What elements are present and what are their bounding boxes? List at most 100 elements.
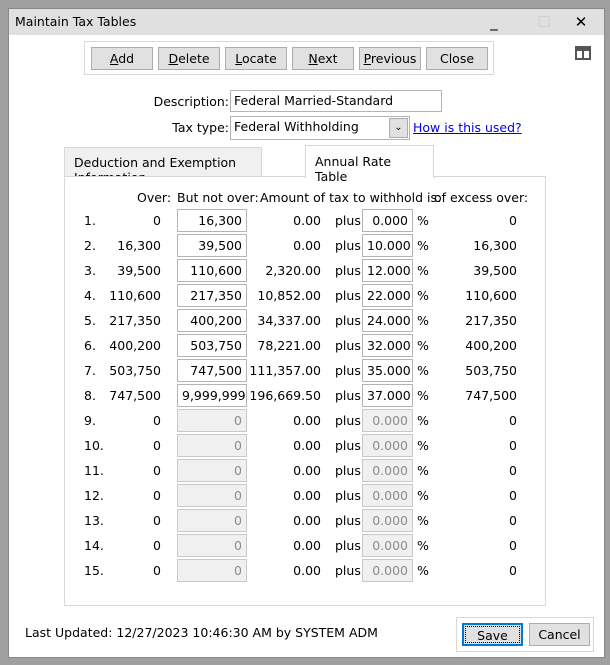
- locate-label-post: ocate: [241, 51, 277, 66]
- row-number: 3.: [84, 263, 96, 278]
- rate-input[interactable]: 10.000: [362, 234, 413, 257]
- minimize-button[interactable]: _: [474, 11, 514, 33]
- next-mnemonic: N: [308, 51, 318, 66]
- not-over-input[interactable]: 0: [177, 459, 247, 482]
- delete-button[interactable]: Delete: [158, 47, 220, 70]
- not-over-input[interactable]: 400,200: [177, 309, 247, 332]
- not-over-input[interactable]: 9,999,999: [177, 384, 247, 407]
- plus-label: plus: [335, 263, 361, 278]
- close-label-pre: Close: [439, 51, 475, 66]
- rate-input[interactable]: 0.000: [362, 209, 413, 232]
- locate-button[interactable]: Locate: [225, 47, 287, 70]
- rate-input[interactable]: 37.000: [362, 384, 413, 407]
- rate-input[interactable]: 0.000: [362, 534, 413, 557]
- amount-value: 0.00: [293, 238, 321, 253]
- excess-value: 0: [509, 488, 517, 503]
- over-value: 0: [153, 538, 161, 553]
- excess-value: 0: [509, 213, 517, 228]
- tab-annual-rate-table[interactable]: Annual Rate Table: [305, 145, 434, 184]
- chevron-down-icon[interactable]: ⌄: [389, 118, 408, 138]
- row-number: 9.: [84, 413, 96, 428]
- plus-label: plus: [335, 213, 361, 228]
- rate-input[interactable]: 24.000: [362, 309, 413, 332]
- excess-value: 0: [509, 513, 517, 528]
- toolbar: Add Delete Locate Next Previous Close: [84, 41, 494, 75]
- rate-input[interactable]: 0.000: [362, 459, 413, 482]
- plus-label: plus: [335, 413, 361, 428]
- how-is-this-used-link[interactable]: How is this used?: [413, 120, 522, 135]
- percent-label: %: [417, 338, 429, 353]
- not-over-input[interactable]: 0: [177, 559, 247, 582]
- amount-value: 0.00: [293, 438, 321, 453]
- excess-value: 0: [509, 438, 517, 453]
- close-button[interactable]: Close: [426, 47, 488, 70]
- layout-icon[interactable]: [575, 46, 591, 60]
- percent-label: %: [417, 463, 429, 478]
- amount-value: 0.00: [293, 488, 321, 503]
- not-over-input[interactable]: 39,500: [177, 234, 247, 257]
- not-over-input[interactable]: 503,750: [177, 334, 247, 357]
- not-over-input[interactable]: 217,350: [177, 284, 247, 307]
- row-number: 1.: [84, 213, 96, 228]
- over-value: 503,750: [109, 363, 161, 378]
- not-over-input[interactable]: 747,500: [177, 359, 247, 382]
- not-over-input[interactable]: 0: [177, 409, 247, 432]
- over-value: 0: [153, 513, 161, 528]
- amount-value: 34,337.00: [257, 313, 321, 328]
- delete-label-post: elete: [178, 51, 210, 66]
- rate-input[interactable]: 0.000: [362, 559, 413, 582]
- percent-label: %: [417, 563, 429, 578]
- previous-button[interactable]: Previous: [359, 47, 421, 70]
- percent-label: %: [417, 238, 429, 253]
- tab-deduction-exemption[interactable]: Deduction and Exemption Information: [64, 147, 262, 185]
- over-value: 0: [153, 563, 161, 578]
- percent-label: %: [417, 413, 429, 428]
- rate-input[interactable]: 0.000: [362, 434, 413, 457]
- over-value: 16,300: [117, 238, 161, 253]
- description-input[interactable]: Federal Married-Standard: [230, 90, 442, 112]
- row-number: 4.: [84, 288, 96, 303]
- amount-value: 0.00: [293, 213, 321, 228]
- tax-type-select[interactable]: Federal Withholding ⌄: [230, 116, 410, 140]
- rate-input[interactable]: 0.000: [362, 509, 413, 532]
- rate-input[interactable]: 0.000: [362, 484, 413, 507]
- rate-input[interactable]: 22.000: [362, 284, 413, 307]
- excess-value: 0: [509, 538, 517, 553]
- not-over-input[interactable]: 0: [177, 509, 247, 532]
- add-label-post: dd: [118, 51, 135, 66]
- percent-label: %: [417, 388, 429, 403]
- footer-buttons: Save Cancel: [456, 617, 594, 652]
- close-window-button[interactable]: ✕: [561, 11, 601, 33]
- not-over-input[interactable]: 0: [177, 534, 247, 557]
- not-over-input[interactable]: 0: [177, 484, 247, 507]
- save-button[interactable]: Save: [462, 623, 523, 646]
- excess-value: 0: [509, 463, 517, 478]
- next-button[interactable]: Next: [292, 47, 354, 70]
- rate-input[interactable]: 0.000: [362, 409, 413, 432]
- maximize-button[interactable]: ☐: [524, 11, 564, 33]
- previous-label-post: revious: [370, 51, 417, 66]
- rate-input[interactable]: 35.000: [362, 359, 413, 382]
- over-value: 747,500: [109, 388, 161, 403]
- not-over-input[interactable]: 110,600: [177, 259, 247, 282]
- previous-mnemonic: P: [363, 51, 371, 66]
- rate-input[interactable]: 32.000: [362, 334, 413, 357]
- plus-label: plus: [335, 238, 361, 253]
- excess-value: 400,200: [465, 338, 517, 353]
- tax-type-value: Federal Withholding: [234, 119, 359, 134]
- not-over-input[interactable]: 16,300: [177, 209, 247, 232]
- not-over-input[interactable]: 0: [177, 434, 247, 457]
- excess-value: 16,300: [473, 238, 517, 253]
- excess-value: 110,600: [465, 288, 517, 303]
- rate-input[interactable]: 12.000: [362, 259, 413, 282]
- amount-value: 0.00: [293, 413, 321, 428]
- amount-value: 10,852.00: [257, 288, 321, 303]
- add-button[interactable]: Add: [91, 47, 153, 70]
- amount-value: 0.00: [293, 538, 321, 553]
- plus-label: plus: [335, 338, 361, 353]
- over-value: 0: [153, 463, 161, 478]
- amount-value: 78,221.00: [257, 338, 321, 353]
- excess-value: 0: [509, 413, 517, 428]
- cancel-button[interactable]: Cancel: [529, 623, 590, 646]
- last-updated-text: Last Updated: 12/27/2023 10:46:30 AM by …: [25, 625, 378, 640]
